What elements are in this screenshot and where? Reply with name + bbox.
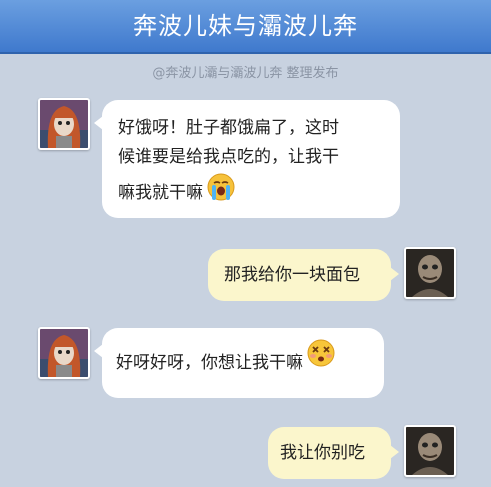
sister-avatar[interactable] (38, 327, 90, 379)
sister-avatar[interactable] (38, 98, 90, 150)
message-text-line: 好饿呀！肚子都饿扁了，这时 (118, 118, 339, 138)
message-bubble[interactable]: 我让你别吃 (268, 427, 399, 479)
message-bubble[interactable]: 好饿呀！肚子都饿扁了，这时 候谁要是给我点吃的，让我干 嘛我就干嘛 (94, 100, 400, 218)
crying-face-icon (206, 172, 236, 214)
message-text-line: 嘛我就干嘛 (118, 172, 386, 214)
dizzy-face-icon (306, 328, 336, 398)
credit-line: @奔波儿灞与灞波儿奔 整理发布 (152, 66, 339, 81)
brother-avatar[interactable] (404, 247, 456, 299)
brother-avatar[interactable] (404, 425, 456, 477)
message-text-line: 候谁要是给我点吃的，让我干 (118, 147, 339, 167)
message-text: 好呀好呀，你想让我干嘛 (116, 353, 303, 373)
chat-title: 奔波儿妹与灞波儿奔 (0, 0, 491, 54)
message-text: 那我给你一块面包 (224, 265, 360, 285)
message-text: 我让你别吃 (280, 443, 365, 463)
message-bubble[interactable]: 那我给你一块面包 (208, 249, 399, 301)
message-bubble[interactable]: 好呀好呀，你想让我干嘛 (94, 328, 384, 398)
